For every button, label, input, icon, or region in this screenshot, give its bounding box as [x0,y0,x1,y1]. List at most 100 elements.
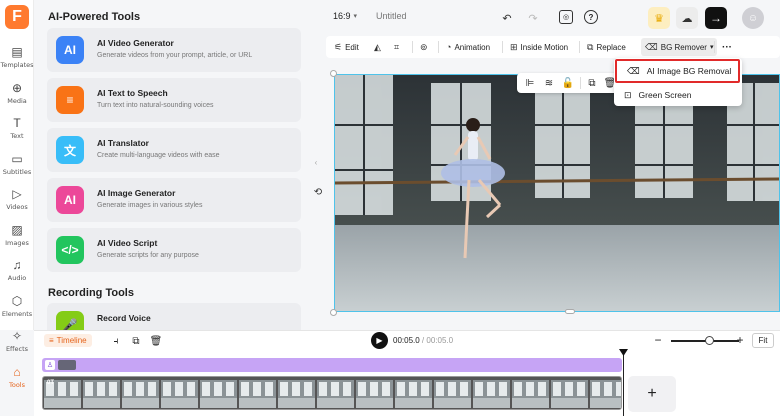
crop-icon[interactable]: ⌗ [394,36,399,58]
rail-item-text[interactable]: T Text [0,116,34,150]
duplicate-clip-icon[interactable]: ⧉ [130,335,142,347]
rail-item-images[interactable]: ▨ Images [0,223,34,257]
replace-label: Replace [596,42,626,52]
card-description: Generate scripts for any purpose [97,252,199,259]
elements-icon: ⬡ [11,293,23,308]
inside-motion-button[interactable]: ⊞ Inside Motion [510,36,568,58]
replace-button[interactable]: ⧉ Replace [587,36,626,58]
tool-card-ai-translator[interactable]: 文 AI Translator Create multi-language vide… [47,128,301,172]
export-button[interactable]: → [705,7,727,29]
ballet-video-frame [335,75,779,311]
video-canvas[interactable] [334,74,780,312]
duplicate-icon[interactable]: ⧉ [585,76,599,90]
tool-card-ai-image-generator[interactable]: AI AI Image Generator Generate images in v… [47,178,301,222]
rail-item-label: Videos [6,203,28,211]
filmstrip-frame [434,380,471,408]
bg-remover-label: BG Remover [660,42,707,52]
resize-handle[interactable] [330,70,337,77]
lock-icon[interactable]: 🔓 [561,76,575,90]
filmstrip-frame [161,380,198,408]
rail-item-audio[interactable]: ♫ Audio [0,258,34,292]
filmstrip-frame [122,380,159,408]
audio-track-bar[interactable]: ♙ [42,358,622,372]
divider [714,41,715,53]
green-screen-item[interactable]: ⊡ Green Screen [614,84,742,106]
split-icon[interactable]: ⫞ [110,335,122,347]
collapse-panel-handle[interactable]: ‹ [313,155,319,169]
add-clip-button[interactable]: + [628,376,676,412]
rail-item-elements[interactable]: ⬡ Elements [0,294,34,328]
animation-button[interactable]: ◔ Animation [446,36,490,58]
element-toolbar: ⚟ Edit ◭ ⌗ ⊚ ◔ Animation ⊞ Inside Motion… [326,36,780,58]
tools-icon: ⌂ [13,364,21,379]
filmstrip-frame [317,380,354,408]
zoom-slider-thumb[interactable] [705,336,714,345]
cloud-icon[interactable]: ☁ [676,7,698,29]
video-clip-track[interactable]: 0T [42,376,622,410]
card-title: AI Text to Speech [97,88,168,98]
inside-motion-label: Inside Motion [520,42,569,52]
effects-icon: ✧ [11,329,23,343]
divider [580,77,581,89]
replace-icon: ⧉ [587,41,594,52]
ai-image-bg-removal-item[interactable]: ⌫ AI Image BG Removal [615,59,740,83]
avatar[interactable]: ☺ [742,7,764,29]
tool-card-ai-text-to-speech[interactable]: ≡ AI Text to Speech Turn text into natural… [47,78,301,122]
tool-card-ai-video-script[interactable]: </> AI Video Script Generate scripts for a… [47,228,301,272]
playhead[interactable] [623,352,624,416]
zoom-in-icon[interactable]: + [734,333,746,347]
eraser-icon: ⌫ [627,65,640,76]
rotate-icon[interactable]: ⟲ [313,186,323,198]
delete-clip-icon[interactable]: 🗑 [150,335,163,347]
section-title-ai: AI-Powered Tools [48,11,141,23]
more-icon[interactable]: ··· [722,36,732,58]
filmstrip-frame [239,380,276,408]
track-icon: ♙ [45,360,55,370]
mask-icon[interactable]: ⊚ [420,36,428,58]
timeline-toolbar: ≡ Timeline ⫞ ⧉ 🗑 ▶ 00:05.0 / 00:05.0 − +… [34,330,780,350]
bg-remover-button[interactable]: ⌫ BG Remover ▾ [641,38,718,56]
redo-icon[interactable]: ↷ [526,11,540,25]
divider [438,41,439,53]
timeline-icon: ≡ [49,336,54,345]
premium-crown-icon[interactable]: ♛ [648,7,670,29]
rail-item-media[interactable]: ⊕ Media [0,81,34,115]
fit-button[interactable]: Fit [752,333,774,348]
rail-item-subtitles[interactable]: ▭ Subtitles [0,152,34,186]
rail-item-label: Text [10,132,24,140]
animation-label: Animation [454,42,491,52]
resize-handle[interactable] [565,309,575,314]
zoom-out-icon[interactable]: − [652,333,664,347]
rail-item-label: Images [5,238,29,247]
rail-item-label: Audio [7,274,27,282]
screenshot-icon[interactable]: ◎ [559,10,573,24]
rail-item-tools[interactable]: ⌂ Tools [0,365,34,399]
rail-item-effects[interactable]: ✧ Effects [0,329,34,363]
rail-item-videos[interactable]: ▷ Videos [0,187,34,221]
edit-button[interactable]: ⚟ Edit [334,36,359,58]
resize-handle[interactable] [330,309,337,316]
undo-icon[interactable]: ↶ [500,11,514,25]
aspect-ratio-select[interactable]: 16:9 ▾ [333,11,357,21]
flip-icon[interactable]: ◭ [374,36,381,58]
rail-item-label: Elements [1,309,33,318]
rail-item-templates[interactable]: ▤ Templates [0,45,34,79]
card-title: AI Video Script [97,238,158,248]
filmstrip-frame [83,380,120,408]
align-icon[interactable]: ⊫ [523,76,537,90]
layers-icon[interactable]: ≋ [542,76,556,90]
floating-element-bar: ⊫ ≋ 🔓 ⧉ 🗑 [517,73,620,93]
help-icon[interactable]: ? [584,10,598,24]
card-title: AI Translator [97,138,149,148]
text-icon: T [13,116,21,130]
timeline-tab[interactable]: ≡ Timeline [44,334,92,347]
app-logo[interactable]: F [5,5,29,29]
card-description: Generate videos from your prompt, articl… [97,52,253,59]
play-button[interactable]: ▶ [371,332,388,349]
project-title[interactable]: Untitled [376,11,407,21]
filmstrip-frame [512,380,549,408]
aspect-ratio-label: 16:9 [333,11,351,21]
record-voice-card[interactable]: 🎤 Record Voice [47,303,301,330]
tool-card-ai-video-generator[interactable]: AI AI Video Generator Generate videos from… [47,28,301,72]
audio-icon: ♫ [12,258,22,272]
